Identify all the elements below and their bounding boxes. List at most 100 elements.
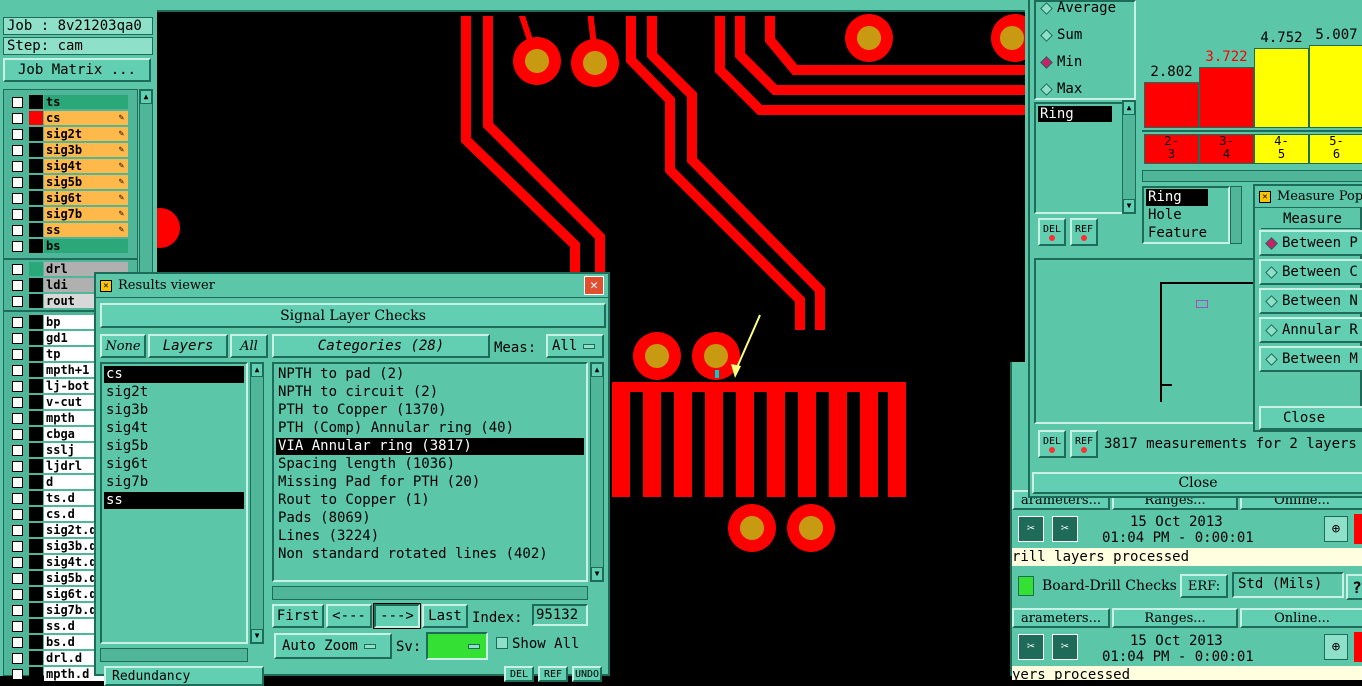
layer-row[interactable]: cs ✎	[8, 110, 128, 126]
layer-color-swatch[interactable]	[29, 651, 43, 665]
layer-checkbox[interactable]	[12, 652, 23, 664]
layer-color-swatch[interactable]	[29, 207, 43, 221]
layer-checkbox[interactable]	[12, 224, 23, 236]
layer-checkbox[interactable]	[12, 192, 23, 204]
category-item[interactable]: NPTH to pad (2)	[276, 366, 584, 383]
layer-row[interactable]: sig5b ✎	[8, 174, 128, 190]
layer-color-swatch[interactable]	[29, 315, 43, 329]
layer-checkbox[interactable]	[12, 96, 23, 108]
layer-color-swatch[interactable]	[29, 395, 43, 409]
categories-button[interactable]: Categories (28)	[272, 334, 490, 358]
layer-color-swatch[interactable]	[29, 539, 43, 553]
stat-option[interactable]: Average	[1040, 0, 1116, 19]
bar-range-cell[interactable]: 5- 6	[1309, 134, 1362, 164]
auto-zoom-select[interactable]: Auto Zoom	[274, 633, 392, 659]
layer-checkbox[interactable]	[12, 604, 23, 616]
layer-color-swatch[interactable]	[29, 635, 43, 649]
job-matrix-button[interactable]: Job Matrix ...	[3, 58, 151, 82]
layer-checkbox[interactable]	[12, 540, 23, 552]
layer-row[interactable]: sig6t ✎	[8, 190, 128, 206]
index-input[interactable]: 95132	[532, 604, 588, 626]
erf-input[interactable]: Std (Mils)	[1232, 572, 1344, 598]
histogram-bar[interactable]	[1309, 45, 1362, 128]
category-item[interactable]: PTH (Comp) Annular ring (40)	[276, 420, 584, 437]
help-button[interactable]: ?	[1346, 574, 1362, 600]
hist-hscroll[interactable]	[1142, 170, 1362, 182]
sv-color-select[interactable]	[426, 632, 488, 660]
layer-row[interactable]: ss ✎	[8, 222, 128, 238]
layer-color-swatch[interactable]	[29, 278, 43, 292]
layer-checkbox[interactable]	[12, 348, 23, 360]
result-layer-item[interactable]: cs	[104, 366, 244, 383]
result-layer-item[interactable]: sig7b	[104, 474, 244, 491]
bar-range-cell[interactable]: 2- 3	[1144, 134, 1199, 164]
category-item[interactable]: VIA Annular ring (3817)	[276, 438, 584, 455]
ref-button[interactable]: REF	[1070, 218, 1098, 246]
online-button-2[interactable]: Online...	[1240, 608, 1362, 628]
layer-checkbox[interactable]	[12, 668, 23, 680]
layer-checkbox[interactable]	[12, 444, 23, 456]
category-item[interactable]: PTH to Copper (1370)	[276, 402, 584, 419]
layer-checkbox[interactable]	[12, 636, 23, 648]
result-layer-item[interactable]: sig5b	[104, 438, 244, 455]
measure-option[interactable]: Between C	[1259, 259, 1362, 285]
layer-checkbox[interactable]	[12, 295, 23, 307]
result-layer-item[interactable]: sig6t	[104, 456, 244, 473]
bar-range-cell[interactable]: 3- 4	[1199, 134, 1254, 164]
layer-row[interactable]: bs	[8, 238, 128, 254]
result-layer-item[interactable]: sig4t	[104, 420, 244, 437]
last-button[interactable]: Last	[422, 604, 468, 628]
layer-checkbox[interactable]	[12, 316, 23, 328]
layer-color-swatch[interactable]	[29, 191, 43, 205]
category-item[interactable]: Lines (3224)	[276, 528, 584, 545]
layer-color-swatch[interactable]	[29, 427, 43, 441]
layer-checkbox[interactable]	[12, 492, 23, 504]
measure-option[interactable]: Between P	[1259, 230, 1362, 256]
layer-color-swatch[interactable]	[29, 111, 43, 125]
layer-color-swatch[interactable]	[29, 331, 43, 345]
layer-checkbox[interactable]	[12, 208, 23, 220]
layer-color-swatch[interactable]	[29, 363, 43, 377]
stat-option[interactable]: Min	[1040, 51, 1082, 73]
bar-range-cell[interactable]: 4- 5	[1254, 134, 1309, 164]
close-button[interactable]: Close	[1032, 472, 1362, 494]
layer-list[interactable]: cs sig2t sig3b sig4t sig5b sig6t sig7b ss	[100, 362, 248, 644]
prev-button[interactable]: <---	[326, 604, 372, 628]
layer-checkbox[interactable]	[12, 240, 23, 252]
layer-row[interactable]: sig4t ✎	[8, 158, 128, 174]
category-list[interactable]: NPTH to pad (2) NPTH to circuit (2) PTH to…	[272, 362, 588, 582]
layer-checkbox[interactable]	[12, 620, 23, 632]
layer-checkbox[interactable]	[12, 144, 23, 156]
layer-row[interactable]: ts	[8, 94, 128, 110]
show-all-checkbox[interactable]	[496, 637, 508, 649]
layer-color-swatch[interactable]	[29, 507, 43, 521]
meas-select[interactable]: All	[546, 334, 604, 358]
histogram-bar[interactable]	[1254, 48, 1309, 128]
undo-button[interactable]: UNDO	[572, 666, 602, 682]
layer-color-swatch[interactable]	[29, 459, 43, 473]
layer-color-swatch[interactable]	[29, 667, 43, 681]
run-icon[interactable]: ✂	[1018, 516, 1044, 542]
result-layer-item[interactable]: sig2t	[104, 384, 244, 401]
layer-color-swatch[interactable]	[29, 619, 43, 633]
layer-checkbox[interactable]	[12, 112, 23, 124]
type-list[interactable]: Ring Hole Feature	[1142, 186, 1230, 244]
run-icon-2[interactable]: ✂	[1018, 634, 1044, 660]
ref-button[interactable]: REF	[538, 666, 568, 682]
ring-field[interactable]: Ring	[1034, 102, 1136, 214]
layer-checkbox[interactable]	[12, 588, 23, 600]
stat-option[interactable]: Sum	[1040, 24, 1082, 46]
measure-option[interactable]: Between M	[1259, 346, 1362, 372]
measure-option[interactable]: Annular R	[1259, 317, 1362, 343]
layer-color-swatch[interactable]	[29, 239, 43, 253]
layer-color-swatch[interactable]	[29, 491, 43, 505]
stop-icon[interactable]: ✂	[1052, 516, 1078, 542]
hist-vscroll[interactable]: ▲ ▼	[1122, 100, 1136, 214]
layer-color-swatch[interactable]	[29, 523, 43, 537]
layer-color-swatch[interactable]	[29, 347, 43, 361]
next-button[interactable]: --->	[373, 603, 421, 629]
layer-color-swatch[interactable]	[29, 555, 43, 569]
ref-button-2[interactable]: REF	[1070, 430, 1098, 458]
layer-color-swatch[interactable]	[29, 95, 43, 109]
histogram-bar[interactable]	[1144, 82, 1199, 128]
